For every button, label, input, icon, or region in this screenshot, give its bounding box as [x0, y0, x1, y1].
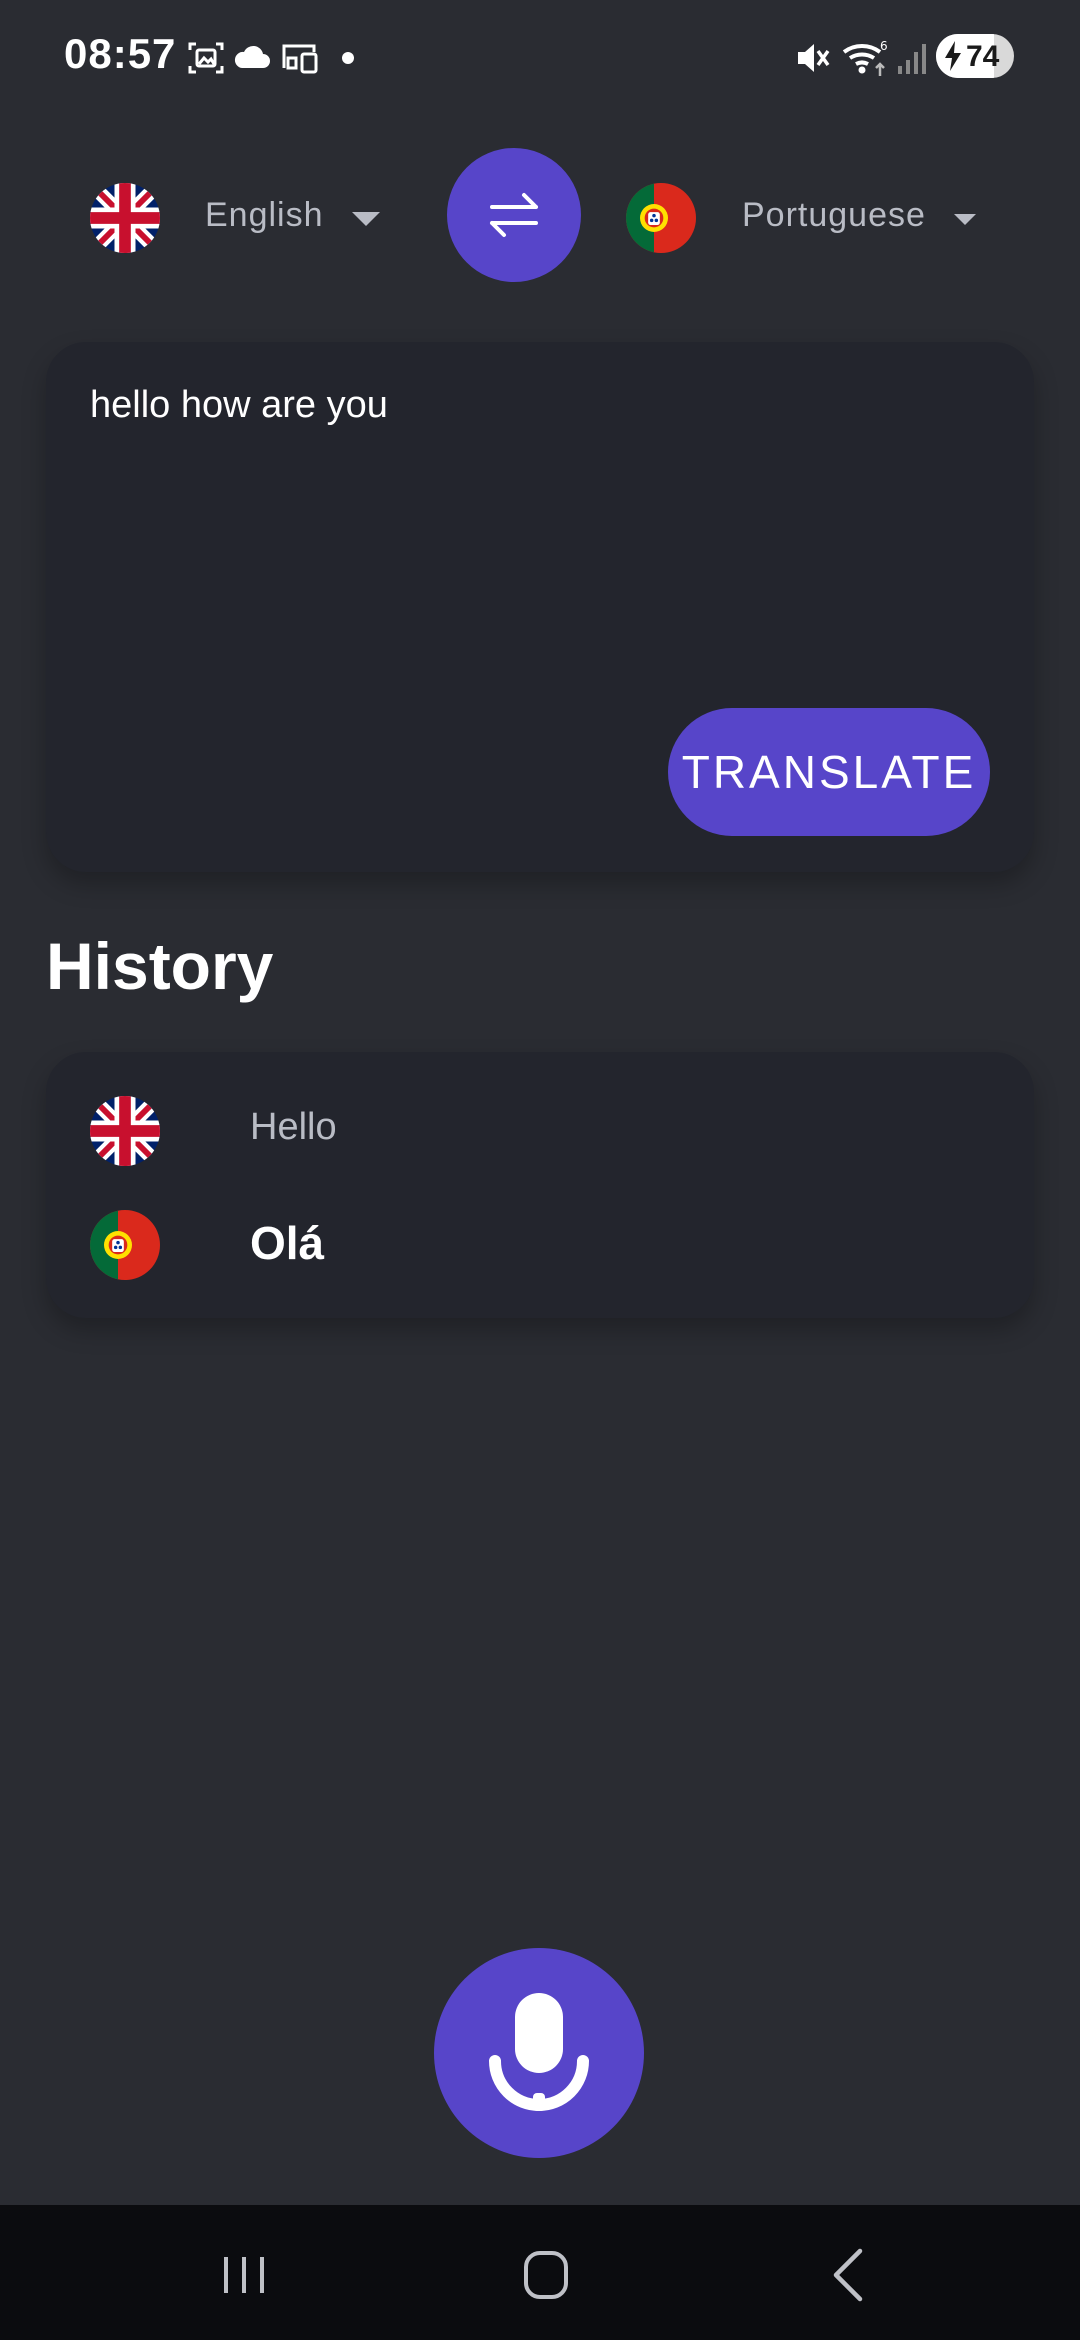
- source-language-chevron-down-icon[interactable]: [352, 212, 380, 226]
- history-source-row: Hello: [90, 1096, 990, 1168]
- microphone-icon: [489, 1993, 589, 2111]
- language-selector-row: English Portuguese: [0, 148, 1080, 288]
- uk-flag-icon: [90, 1096, 160, 1166]
- source-language-select[interactable]: English: [205, 196, 324, 235]
- target-language-chevron-down-icon[interactable]: [954, 214, 976, 225]
- translate-button[interactable]: TRANSLATE: [668, 708, 990, 836]
- source-text-input[interactable]: hello how are you: [90, 384, 388, 427]
- translation-input-card: hello how are you TRANSLATE: [46, 342, 1034, 872]
- history-target-row: Olá: [90, 1210, 990, 1282]
- swap-languages-button[interactable]: [447, 148, 581, 282]
- history-source-text: Hello: [250, 1106, 337, 1148]
- status-bar: 08:57 6 74: [0, 0, 1080, 110]
- portugal-flag-icon: [90, 1210, 160, 1280]
- screenshot-icon: [186, 38, 226, 78]
- svg-text:6: 6: [880, 39, 888, 53]
- history-item[interactable]: Hello Olá: [46, 1052, 1034, 1318]
- cast-icon: [280, 38, 320, 78]
- history-target-text: Olá: [250, 1217, 325, 1269]
- uk-flag-icon: [90, 183, 160, 253]
- back-icon[interactable]: [808, 2235, 888, 2315]
- signal-icon: [892, 38, 932, 78]
- recent-apps-icon[interactable]: [204, 2235, 284, 2315]
- mute-icon: [792, 38, 832, 78]
- battery-level: 74: [966, 40, 1000, 73]
- target-language-select[interactable]: Portuguese: [742, 196, 926, 235]
- swap-arrows-icon: [490, 193, 538, 237]
- microphone-button[interactable]: [434, 1948, 644, 2158]
- cloud-icon: [232, 38, 272, 78]
- status-time: 08:57: [64, 30, 177, 77]
- system-navigation-bar: [0, 2205, 1080, 2340]
- history-title: History: [46, 929, 274, 1003]
- battery-icon: 74: [936, 34, 1014, 78]
- portugal-flag-icon: [626, 183, 696, 253]
- home-icon[interactable]: [506, 2235, 586, 2315]
- dot-icon: [336, 38, 376, 78]
- wifi-icon: 6: [842, 38, 890, 78]
